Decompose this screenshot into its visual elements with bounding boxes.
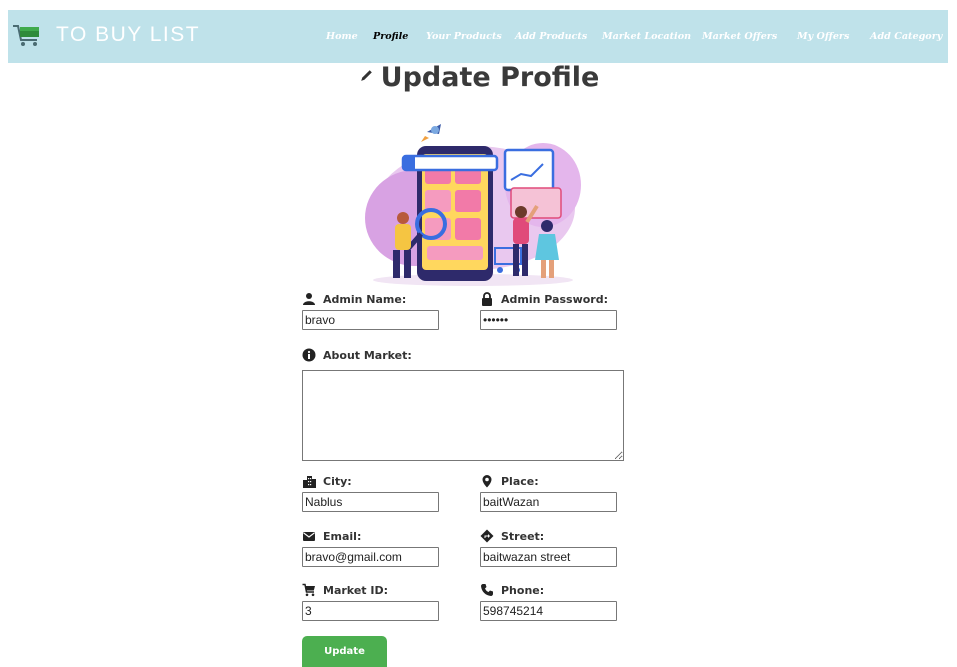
nav-menu: Home Profile Your Products Add Products … [8, 31, 948, 45]
nav-your-products[interactable]: Your Products [426, 31, 502, 42]
about-market-label: About Market: [323, 348, 412, 362]
place-label: Place: [501, 474, 539, 488]
street-input[interactable] [480, 547, 617, 567]
person-icon [303, 293, 315, 305]
city-label: City: [323, 474, 352, 488]
phone-field: Phone: [480, 583, 617, 621]
nav-market-offers[interactable]: Market Offers [702, 31, 777, 42]
update-button[interactable]: Update [302, 636, 387, 667]
nav-profile[interactable]: Profile [373, 31, 408, 42]
admin-password-input[interactable] [480, 310, 617, 330]
street-field: Street: [480, 529, 617, 567]
about-market-textarea[interactable] [302, 370, 624, 461]
market-id-field: Market ID: [302, 583, 439, 621]
phone-label: Phone: [501, 583, 545, 597]
info-icon [302, 348, 316, 362]
market-id-label: Market ID: [323, 583, 388, 597]
phone-icon [481, 584, 493, 596]
marketing-illustration [365, 124, 581, 286]
city-field: City: [302, 474, 439, 512]
location-pin-icon [482, 475, 492, 488]
email-input[interactable] [302, 547, 439, 567]
place-input[interactable] [480, 492, 617, 512]
cart-icon [302, 583, 315, 597]
admin-password-field: Admin Password: [480, 292, 617, 330]
navbar: TO BUY LIST Home Profile Your Products A… [8, 10, 948, 63]
admin-name-input[interactable] [302, 310, 439, 330]
about-market-field: About Market: [302, 348, 624, 461]
market-id-input[interactable] [302, 601, 439, 621]
page-title: Update Profile [0, 62, 957, 93]
phone-input[interactable] [480, 601, 617, 621]
admin-password-label: Admin Password: [501, 292, 608, 306]
email-label: Email: [323, 529, 362, 543]
street-label: Street: [501, 529, 545, 543]
envelope-icon [303, 532, 315, 541]
admin-name-label: Admin Name: [323, 292, 407, 306]
admin-name-field: Admin Name: [302, 292, 439, 330]
nav-home[interactable]: Home [326, 31, 358, 42]
nav-my-offers[interactable]: My Offers [797, 31, 849, 42]
place-field: Place: [480, 474, 617, 512]
nav-market-location[interactable]: Market Location [602, 31, 691, 42]
pencil-icon [360, 70, 372, 81]
city-icon [303, 476, 316, 488]
city-input[interactable] [302, 492, 439, 512]
nav-add-category[interactable]: Add Category [870, 31, 942, 42]
nav-add-products[interactable]: Add Products [515, 31, 587, 42]
lock-icon [482, 292, 492, 306]
directions-icon [480, 529, 494, 543]
page-title-text: Update Profile [380, 62, 600, 93]
email-field: Email: [302, 529, 439, 567]
